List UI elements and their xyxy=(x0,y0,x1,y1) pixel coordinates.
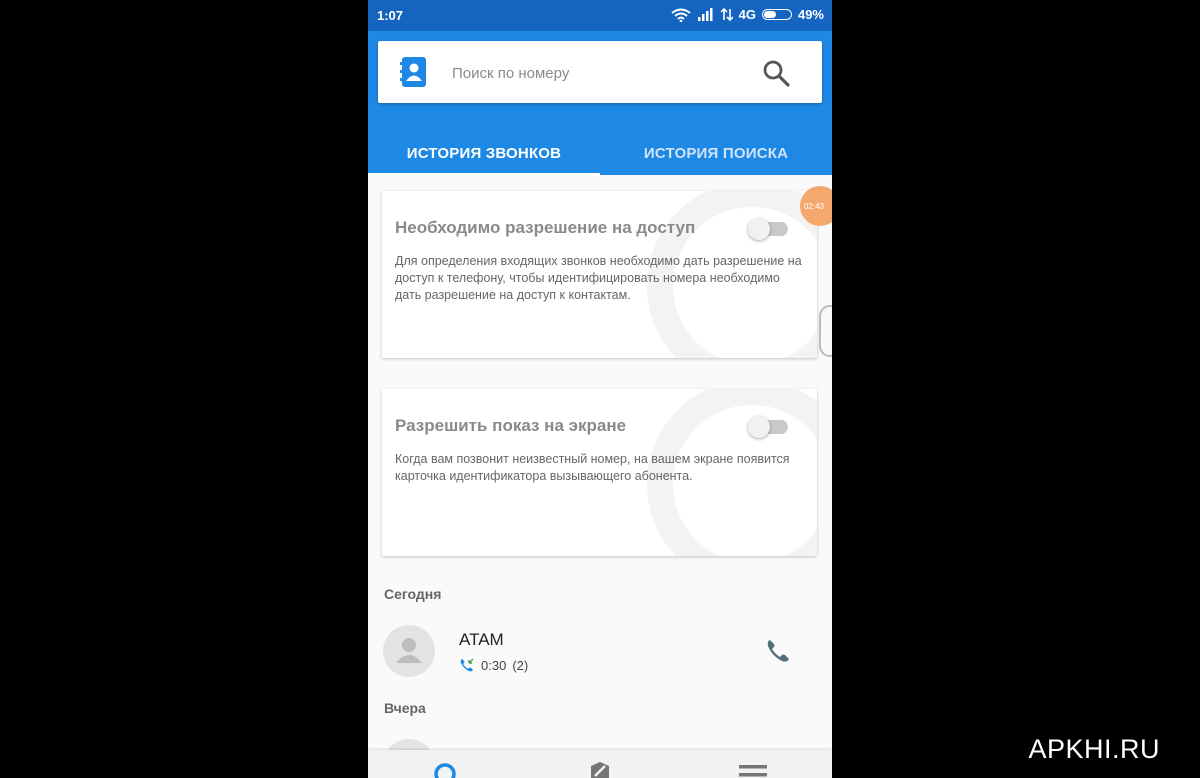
person-icon xyxy=(396,638,422,663)
call-count: (2) xyxy=(512,657,529,673)
status-icons: 4G 49% xyxy=(671,7,824,22)
menu-nav-icon[interactable] xyxy=(736,760,770,778)
wifi-icon xyxy=(671,8,691,22)
call-list-item[interactable]: ATAM 0:30 (2) xyxy=(368,619,832,683)
overlay-card: Разрешить показ на экране Когда вам позв… xyxy=(382,389,817,556)
permission-card-title: Необходимо разрешение на доступ xyxy=(395,218,696,237)
permission-card: Необходимо разрешение на доступ Для опре… xyxy=(382,191,817,358)
phone-screen: 1:07 4G 49% Поиск по номеру ИСТОРИЯ ЗВОН… xyxy=(368,0,832,778)
toggle-thumb xyxy=(748,416,770,438)
block-nav-icon[interactable] xyxy=(583,760,617,778)
incoming-call-icon xyxy=(460,658,474,672)
edge-handle[interactable] xyxy=(819,305,832,357)
toggle-thumb xyxy=(748,218,770,240)
phone-icon[interactable] xyxy=(764,637,792,665)
tab-bar: ИСТОРИЯ ЗВОНКОВ ИСТОРИЯ ПОИСКА xyxy=(368,131,832,176)
overlay-toggle[interactable] xyxy=(748,415,790,438)
data-transfer-icon xyxy=(720,8,733,21)
overlay-card-title: Разрешить показ на экране xyxy=(395,416,627,435)
tab-call-history[interactable]: ИСТОРИЯ ЗВОНКОВ xyxy=(368,131,600,176)
section-yesterday: Вчера xyxy=(384,700,426,716)
caller-name: ATAM xyxy=(459,630,504,649)
search-icon[interactable] xyxy=(762,59,790,87)
search-box[interactable] xyxy=(378,41,822,103)
bottom-navigation xyxy=(368,750,832,778)
call-duration: 0:30 xyxy=(481,657,507,673)
status-bar: 1:07 4G 49% xyxy=(368,0,832,31)
search-input[interactable] xyxy=(450,59,754,87)
avatar xyxy=(383,625,435,677)
app-bar: ИСТОРИЯ ЗВОНКОВ ИСТОРИЯ ПОИСКА xyxy=(368,31,832,176)
site-watermark: APKHI.RU xyxy=(1028,734,1160,764)
permission-card-text: Для определения входящих звонков необход… xyxy=(395,254,802,302)
battery-icon xyxy=(761,9,792,20)
signal-icon xyxy=(697,8,713,21)
status-time: 1:07 xyxy=(377,8,404,23)
section-today: Сегодня xyxy=(384,586,442,602)
call-meta: 0:30 (2) xyxy=(459,657,528,673)
tab-search-history[interactable]: ИСТОРИЯ ПОИСКА xyxy=(600,131,832,175)
battery-level-fill xyxy=(763,11,776,18)
network-type: 4G xyxy=(738,7,756,22)
floating-timer-bubble[interactable]: 02:43 xyxy=(800,186,832,226)
battery-percent: 49% xyxy=(797,7,824,22)
search-nav-icon[interactable] xyxy=(428,760,462,778)
overlay-card-text: Когда вам позвонит неизвестный номер, на… xyxy=(395,452,790,483)
contacts-book-icon[interactable] xyxy=(400,56,428,88)
permission-toggle[interactable] xyxy=(748,217,790,240)
